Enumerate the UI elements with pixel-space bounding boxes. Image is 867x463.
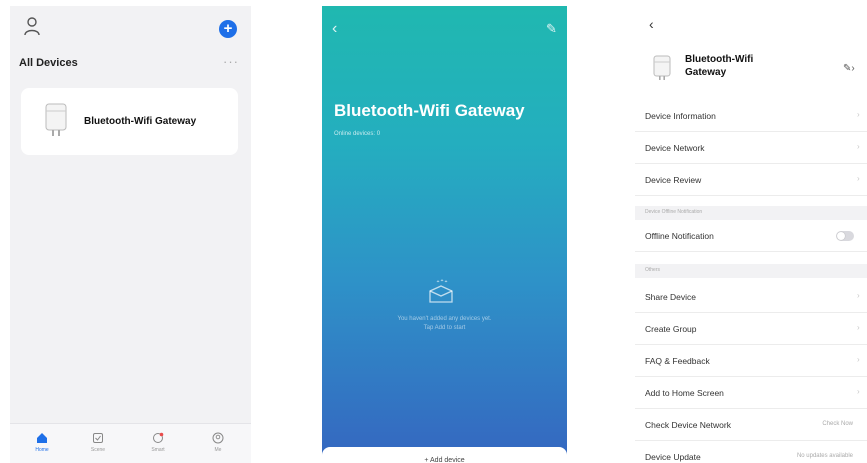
row-add-to-home-screen[interactable]: Add to Home Screen › [635,377,867,409]
more-options-icon[interactable]: ··· [223,54,239,69]
section-label: Device Offline Notification [645,209,703,215]
tab-smart[interactable]: Smart [138,432,178,453]
empty-state-text: You haven't added any devices yet. [397,316,492,322]
add-device-button[interactable]: + Add device [322,447,567,463]
row-label: Add to Home Screen [645,388,724,398]
edit-name-icon[interactable]: ✎› [843,63,855,74]
bottom-tab-bar: Home Scene Smart Me [10,423,251,463]
chevron-right-icon: › [857,291,860,300]
tab-label: Smart [151,447,165,453]
chevron-right-icon: › [857,110,860,119]
row-create-group[interactable]: Create Group › [635,313,867,345]
row-label: Device Network [645,143,705,153]
empty-box-icon [429,279,453,303]
tab-label: Scene [90,447,106,453]
device-name-cont: Gateway [685,67,727,78]
update-status: No updates available [796,453,853,459]
tab-label: Home [35,447,49,453]
row-faq-feedback[interactable]: FAQ & Feedback › [635,345,867,377]
device-name: Bluetooth-Wifi Gateway [84,116,197,127]
scene-icon [93,433,103,443]
section-header-others: Others [635,264,867,278]
tab-scene[interactable]: Scene [78,432,118,453]
all-devices-title: All Devices [19,57,78,69]
smart-icon [153,432,164,443]
home-header: + [10,6,251,46]
section-header-offline: Device Offline Notification [635,206,867,220]
tab-label: Me [214,447,222,453]
device-header: Bluetooth-Wifi Gateway ✎› [635,42,867,100]
tab-home[interactable]: Home [22,432,62,453]
user-icon[interactable] [24,16,40,36]
online-devices-count: Online devices: 0 [334,131,381,137]
row-device-update[interactable]: Device Update No updates available [635,441,867,463]
chevron-right-icon: › [857,387,860,396]
row-label: Share Device [645,292,697,302]
row-label: FAQ & Feedback [645,356,710,366]
offline-notification-toggle[interactable] [836,231,854,241]
row-device-review[interactable]: Device Review › [635,164,867,196]
device-card[interactable]: Bluetooth-Wifi Gateway [21,88,238,155]
profile-icon [212,432,224,444]
row-device-network[interactable]: Device Network › [635,132,867,164]
row-label: Device Information [645,111,716,121]
device-name: Bluetooth-Wifi [685,54,754,65]
back-icon[interactable]: ‹ [332,20,337,38]
tab-me[interactable]: Me [198,432,238,453]
gateway-device-icon [45,103,67,136]
back-icon[interactable]: ‹ [649,16,654,32]
empty-state-hint: Tap Add to start [423,325,466,331]
row-label: Device Update [645,452,701,462]
chevron-right-icon: › [857,323,860,332]
gateway-screen: ‹ ✎ Bluetooth-Wifi Gateway Online device… [322,6,567,463]
home-icon [37,433,47,443]
home-screen: + All Devices ··· Bluetooth-Wifi Gateway… [10,6,251,463]
row-label: Offline Notification [645,231,714,241]
device-settings-screen: ‹ Bluetooth-Wifi Gateway ✎› Device Infor… [635,6,867,463]
chevron-right-icon: › [857,142,860,151]
gateway-device-icon [653,55,671,80]
edit-icon[interactable]: ✎ [546,21,557,37]
row-check-device-network[interactable]: Check Device Network Check Now [635,409,867,441]
screenshot-stage: + All Devices ··· Bluetooth-Wifi Gateway… [0,0,867,463]
row-label: Device Review [645,175,702,185]
row-label: Create Group [645,324,697,334]
row-offline-notification: Offline Notification [635,220,867,252]
row-device-information[interactable]: Device Information › [635,100,867,132]
chevron-right-icon: › [857,174,860,183]
row-share-device[interactable]: Share Device › [635,281,867,313]
row-label: Check Device Network [645,420,731,430]
add-device-icon[interactable]: + [219,20,237,38]
section-label: Others [645,267,661,273]
gateway-title: Bluetooth-Wifi Gateway [334,101,525,120]
chevron-right-icon: › [857,355,860,364]
check-now-link[interactable]: Check Now [822,421,853,427]
